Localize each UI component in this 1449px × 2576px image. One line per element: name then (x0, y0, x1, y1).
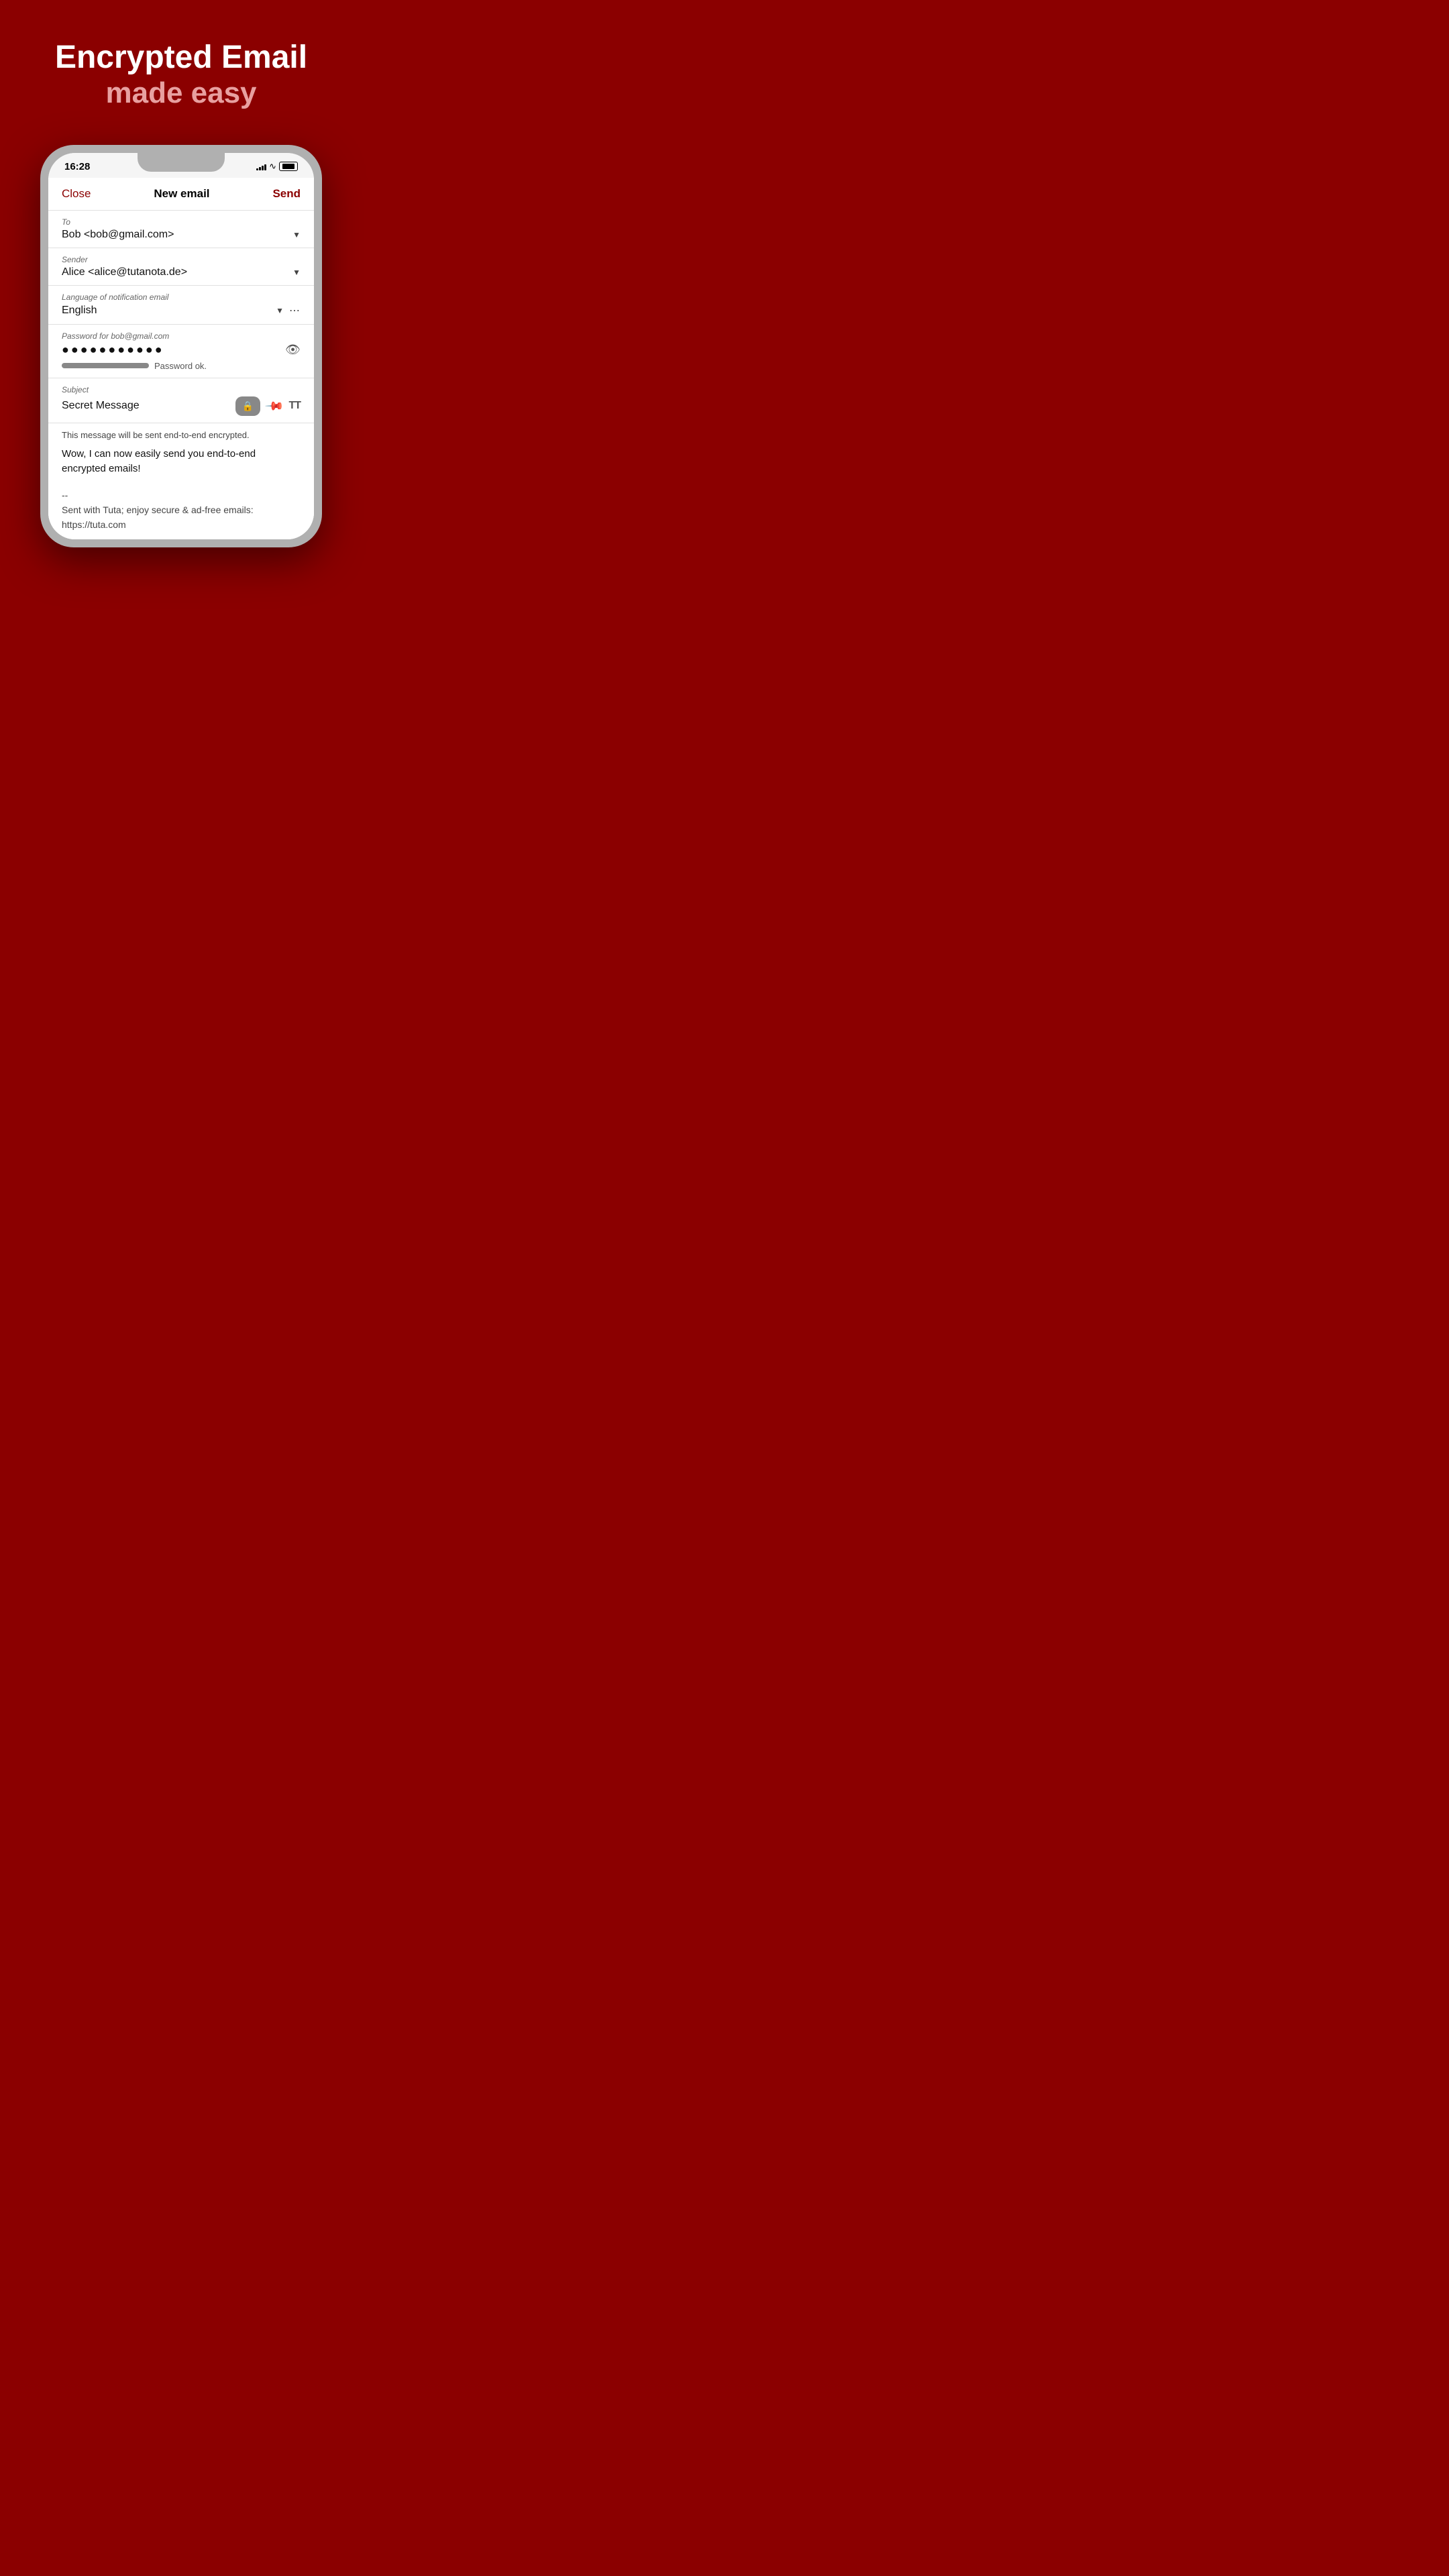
sender-field-group: Sender Alice <alice@tutanota.de> ▼ (48, 248, 314, 286)
compose-title: New email (154, 187, 209, 201)
signature-line1: -- (62, 488, 301, 502)
attachment-icon[interactable]: 📌 (264, 396, 285, 417)
close-button[interactable]: Close (62, 187, 91, 201)
password-strength-text: Password ok. (154, 361, 207, 371)
password-strength-bar (62, 363, 149, 368)
compose-body: This message will be sent end-to-end enc… (48, 423, 314, 539)
toggle-password-icon[interactable]: 👁 (285, 343, 301, 357)
to-actions: ▼ (292, 230, 301, 239)
status-time: 16:28 (64, 161, 90, 172)
hero-section: Encrypted Email made easy (0, 0, 362, 131)
compose-header: Close New email Send (48, 178, 314, 211)
phone-wrapper: 16:28 ∿ Clos (0, 131, 362, 644)
signal-bars-icon (256, 162, 266, 170)
language-more-icon[interactable]: ⋯ (289, 304, 301, 317)
sender-row: Alice <alice@tutanota.de> ▼ (62, 266, 301, 278)
to-dropdown-icon[interactable]: ▼ (292, 230, 301, 239)
language-field-group: Language of notification email English ▼… (48, 286, 314, 325)
language-dropdown-icon[interactable]: ▼ (276, 306, 284, 315)
email-compose: Close New email Send To Bob <bob@gmail.c… (48, 178, 314, 539)
password-label: Password for bob@gmail.com (62, 331, 301, 341)
hero-subtitle: made easy (27, 76, 335, 111)
battery-icon (279, 162, 298, 171)
subject-label: Subject (62, 385, 301, 394)
wifi-icon: ∿ (269, 161, 276, 172)
status-icons: ∿ (256, 161, 298, 172)
signature-line3: https://tuta.com (62, 517, 301, 532)
password-input[interactable]: ●●●●●●●●●●● (62, 343, 285, 357)
signature: -- Sent with Tuta; enjoy secure & ad-fre… (62, 488, 301, 533)
body-text[interactable]: Wow, I can now easily send you end-to-en… (62, 447, 301, 477)
encrypted-notice: This message will be sent end-to-end enc… (62, 430, 301, 440)
subject-row: Secret Message 🔒 📌 TT (62, 396, 301, 416)
password-row: ●●●●●●●●●●● 👁 (62, 343, 301, 357)
to-row: Bob <bob@gmail.com> ▼ (62, 229, 301, 241)
to-value[interactable]: Bob <bob@gmail.com> (62, 229, 292, 241)
phone-frame: 16:28 ∿ Clos (40, 145, 322, 547)
sender-label: Sender (62, 255, 301, 264)
status-bar: 16:28 ∿ (48, 153, 314, 178)
sender-value[interactable]: Alice <alice@tutanota.de> (62, 266, 292, 278)
to-label: To (62, 217, 301, 227)
hero-title: Encrypted Email (27, 40, 335, 76)
signature-line2: Sent with Tuta; enjoy secure & ad-free e… (62, 502, 301, 517)
sender-actions: ▼ (292, 268, 301, 277)
notch (138, 153, 225, 172)
language-actions: ▼ ⋯ (276, 304, 301, 317)
language-row: English ▼ ⋯ (62, 304, 301, 317)
password-field-group: Password for bob@gmail.com ●●●●●●●●●●● 👁… (48, 325, 314, 378)
lock-button[interactable]: 🔒 (235, 396, 260, 416)
language-value[interactable]: English (62, 305, 276, 317)
text-size-icon[interactable]: TT (288, 400, 301, 412)
language-label: Language of notification email (62, 292, 301, 302)
sender-dropdown-icon[interactable]: ▼ (292, 268, 301, 277)
to-field-group: To Bob <bob@gmail.com> ▼ (48, 211, 314, 248)
password-strength-row: Password ok. (62, 361, 301, 371)
subject-icons: 🔒 📌 TT (235, 396, 301, 416)
send-button[interactable]: Send (272, 187, 301, 201)
phone-inner: 16:28 ∿ Clos (48, 153, 314, 539)
lock-icon: 🔒 (242, 400, 254, 412)
password-actions: 👁 (285, 343, 301, 357)
subject-field-group: Subject Secret Message 🔒 📌 TT (48, 378, 314, 423)
subject-input[interactable]: Secret Message (62, 400, 235, 412)
